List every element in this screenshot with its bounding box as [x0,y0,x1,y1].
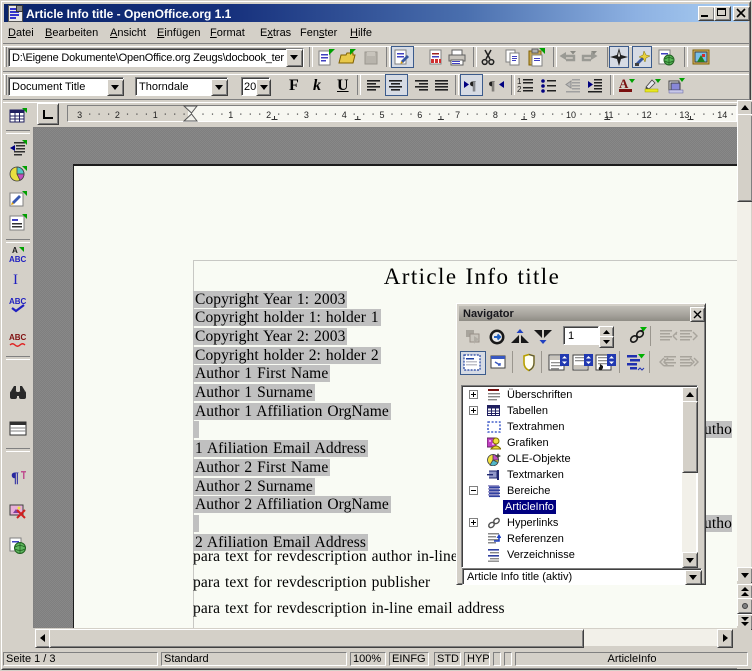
svg-text:3: 3 [304,110,309,120]
svg-text:2: 2 [115,110,120,120]
svg-text:13: 13 [679,110,689,120]
svg-text:1: 1 [153,110,158,120]
svg-text:3: 3 [77,110,82,120]
svg-text:¶: ¶ [11,470,19,486]
svg-text:ABC: ABC [9,255,27,264]
svg-text:14: 14 [717,110,727,120]
svg-text:7: 7 [455,110,460,120]
svg-text:¶: ¶ [489,78,495,93]
svg-text:ABC: ABC [9,333,27,342]
svg-text:¶: ¶ [470,78,476,93]
svg-text:10: 10 [566,110,576,120]
svg-text:2: 2 [266,110,271,120]
svg-text:I: I [13,272,18,288]
svg-text:4: 4 [342,110,347,120]
svg-text:11: 11 [604,110,613,120]
svg-text:ABC: ABC [9,297,27,306]
svg-text:5: 5 [379,110,384,120]
svg-text:1: 1 [228,110,233,120]
svg-text:8: 8 [493,110,498,120]
svg-text:6: 6 [417,110,422,120]
svg-text:A: A [12,246,18,255]
svg-text:2: 2 [517,85,522,94]
svg-text:9: 9 [531,110,536,120]
svg-text:12: 12 [642,110,652,120]
svg-text:A: A [619,76,629,91]
